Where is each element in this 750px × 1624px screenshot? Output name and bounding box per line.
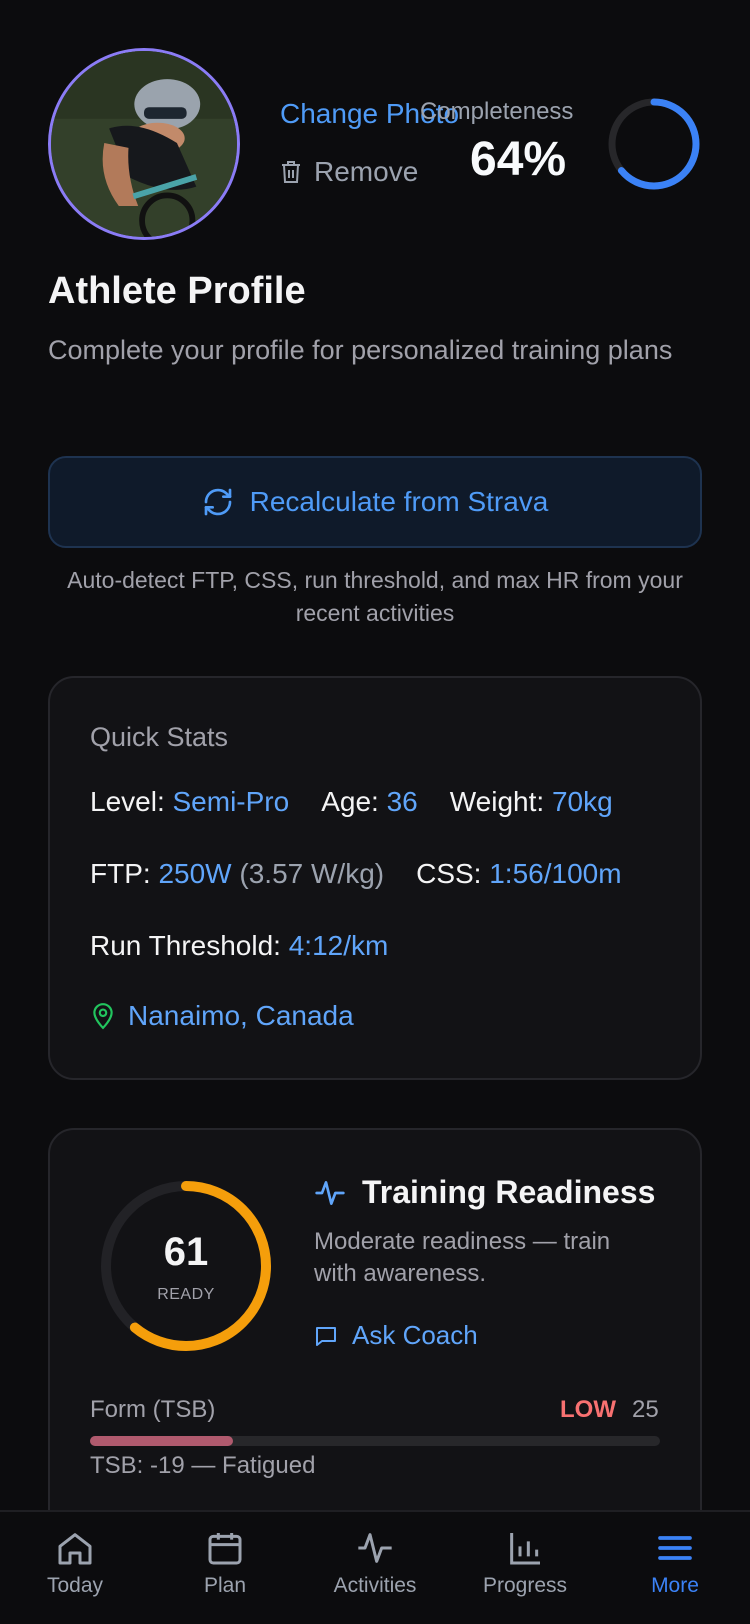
stat-level: Level: Semi-Pro — [90, 786, 289, 818]
recalculate-label: Recalculate from Strava — [249, 486, 549, 517]
ftp-value: 250W — [158, 858, 232, 889]
nav-activities-label: Activities — [333, 1574, 417, 1597]
tsb-text: TSB: -19 — Fatigued — [90, 1452, 316, 1479]
stat-weight: Weight: 70kg — [450, 786, 613, 818]
form-bar — [90, 1436, 660, 1446]
completeness-label: Completeness — [420, 98, 574, 125]
form-value: 25 — [632, 1396, 659, 1423]
nav-more[interactable]: More — [600, 1512, 750, 1624]
activity-icon — [315, 1180, 345, 1205]
location-text: Nanaimo, Canada — [128, 1000, 354, 1031]
ftp-label: FTP: — [90, 858, 151, 889]
readiness-title: Training Readiness — [362, 1174, 656, 1210]
remove-label: Remove — [314, 156, 419, 187]
stat-age: Age: 36 — [321, 786, 418, 818]
form-tsb-label: Form (TSB) — [90, 1396, 216, 1423]
age-label: Age: — [321, 786, 379, 817]
age-value: 36 — [386, 786, 418, 817]
level-label: Level: — [90, 786, 165, 817]
form-bar-fill — [90, 1436, 233, 1446]
css-label: CSS: — [416, 858, 482, 889]
stat-ftp: FTP: 250W (3.57 W/kg) — [90, 858, 384, 890]
nav-progress-label: Progress — [482, 1574, 568, 1597]
chat-icon — [316, 1326, 336, 1346]
run-threshold-value: 4:12/km — [288, 930, 389, 961]
completeness-value: 64% — [470, 133, 567, 186]
nav-plan-label: Plan — [203, 1574, 247, 1597]
activity-icon — [358, 1533, 392, 1563]
run-threshold-label: Run Threshold: — [90, 930, 281, 961]
bar-chart-icon — [510, 1533, 540, 1565]
map-pin-icon — [93, 1003, 113, 1030]
ask-coach-label: Ask Coach — [352, 1320, 478, 1350]
menu-icon — [658, 1536, 692, 1560]
ftp-wkg: (3.57 W/kg) — [239, 858, 385, 889]
level-value: Semi-Pro — [172, 786, 290, 817]
home-icon — [58, 1533, 92, 1565]
form-status-badge: LOW — [560, 1396, 616, 1423]
bottom-nav: Today Plan Activities Progress More — [0, 1510, 750, 1624]
trash-icon — [282, 161, 300, 183]
readiness-score: 61 — [163, 1230, 209, 1274]
nav-more-label: More — [651, 1574, 699, 1597]
nav-today[interactable]: Today — [0, 1512, 150, 1624]
calendar-icon — [208, 1533, 242, 1565]
css-value: 1:56/100m — [489, 858, 622, 889]
stat-css: CSS: 1:56/100m — [416, 858, 621, 890]
readiness-header: Training Readiness — [314, 1174, 655, 1211]
readiness-score-label: READY — [157, 1286, 215, 1303]
completeness-ring — [608, 98, 700, 190]
readiness-description: Moderate readiness — train with awarenes… — [314, 1228, 611, 1287]
remove-photo-button[interactable]: Remove — [280, 156, 418, 188]
nav-progress[interactable]: Progress — [450, 1512, 600, 1624]
refresh-icon — [204, 488, 231, 516]
strava-help-text: Auto-detect FTP, CSS, run threshold, and… — [67, 567, 683, 626]
weight-label: Weight: — [449, 786, 545, 817]
nav-today-label: Today — [46, 1574, 104, 1597]
weight-value: 70kg — [551, 786, 613, 817]
ask-coach-button[interactable]: Ask Coach — [314, 1320, 478, 1351]
profile-avatar[interactable] — [48, 48, 240, 240]
stat-run-threshold: Run Threshold: 4:12/km — [90, 930, 388, 962]
nav-plan[interactable]: Plan — [150, 1512, 300, 1624]
stats-row-2: FTP: 250W (3.57 W/kg) CSS: 1:56/100m — [90, 858, 622, 890]
location-row[interactable]: Nanaimo, Canada — [90, 1000, 354, 1032]
quick-stats-title: Quick Stats — [90, 722, 229, 752]
page-subtitle: Complete your profile for personalized t… — [48, 335, 673, 365]
stats-row-3: Run Threshold: 4:12/km — [90, 930, 388, 962]
nav-activities[interactable]: Activities — [300, 1512, 450, 1624]
stats-row-1: Level: Semi-Pro Age: 36 Weight: 70kg — [90, 786, 613, 818]
cyclist-photo — [51, 51, 237, 237]
recalculate-strava-button[interactable]: Recalculate from Strava — [48, 456, 702, 548]
page-title: Athlete Profile — [48, 270, 306, 312]
